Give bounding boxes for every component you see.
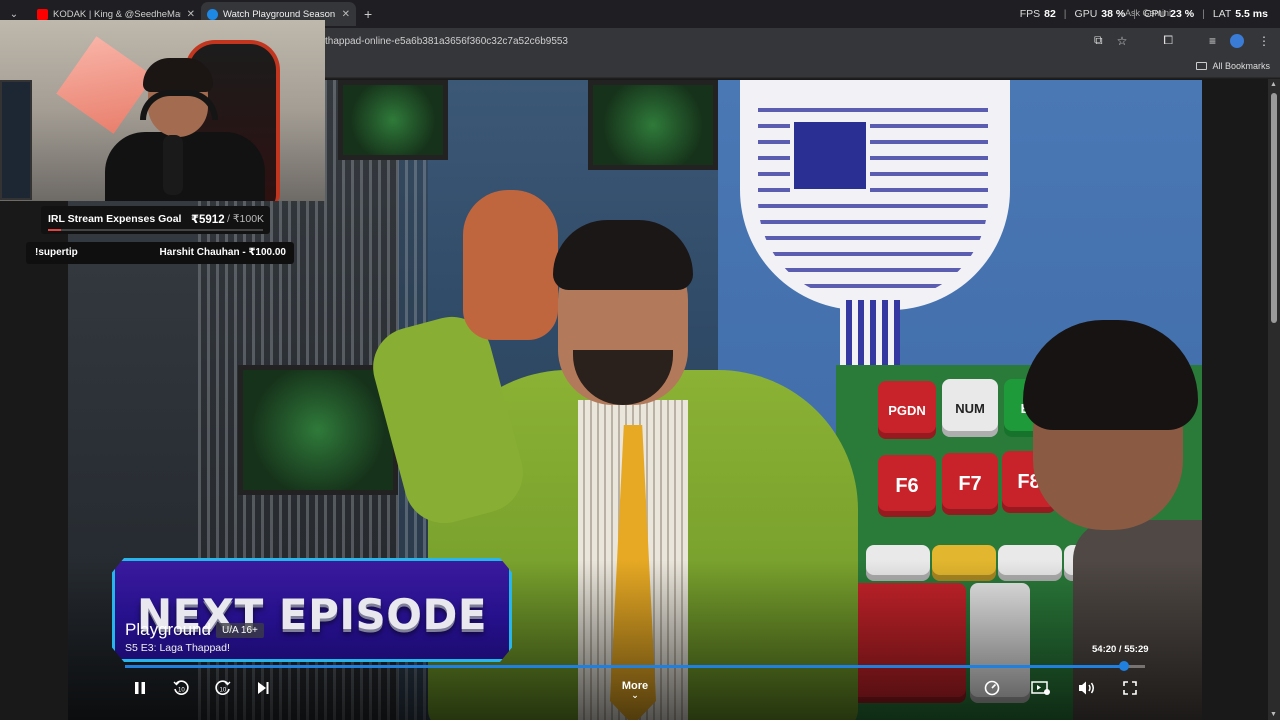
more-button[interactable]: More ⌄ <box>612 680 658 701</box>
raised-arm <box>364 307 532 533</box>
goal-progress-bar <box>48 229 263 231</box>
performance-overlay: FPS 82 | GPU 38 % | CPU 23 % | LAT 5.5 ms <box>1019 8 1268 20</box>
next-episode-icon <box>258 682 269 694</box>
forward-10-icon: 10 <box>215 680 231 695</box>
stream-goal-widget: IRL Stream Expenses Goal ₹5912 / ₹100K <box>41 206 270 234</box>
all-bookmarks-button[interactable]: All Bookmarks <box>1196 61 1270 71</box>
jiohotstar-icon <box>207 8 218 20</box>
desk-monitor <box>0 80 32 200</box>
goal-progress-fill <box>48 229 61 231</box>
screen: ⌄ KODAK | King & @SeedheMaut ✕ Watch Pla… <box>0 0 1280 720</box>
all-bookmarks-label: All Bookmarks <box>1212 61 1270 71</box>
lat-value: 5.5 ms <box>1235 8 1268 20</box>
goal-amount: ₹5912 <box>191 214 225 226</box>
webcam-overlay <box>0 20 325 201</box>
fps-value: 82 <box>1044 8 1056 20</box>
set-monitor <box>588 80 718 170</box>
menu-icon[interactable]: ⋮ <box>1258 34 1270 48</box>
gpu-value: 38 % <box>1101 8 1126 20</box>
youtube-icon <box>37 8 48 20</box>
episode-title: S5 E3: Laga Thappad! <box>125 642 230 654</box>
volume-icon <box>1079 681 1094 695</box>
next-episode-button[interactable] <box>253 676 273 700</box>
page-scrollbar[interactable]: ▲ ▼ <box>1268 79 1280 720</box>
gpu-label: GPU <box>1074 8 1098 20</box>
supertip-widget: !supertip Harshit Chauhan - ₹100.00 <box>26 242 294 264</box>
forward-10-button[interactable]: 10 <box>212 676 234 700</box>
playback-settings-button[interactable] <box>1030 676 1052 700</box>
speed-icon <box>984 680 1000 696</box>
show-title: Playground <box>125 620 212 639</box>
lat-label: LAT <box>1212 8 1232 20</box>
streamer-body <box>105 132 265 201</box>
bookmark-star-icon[interactable]: ☆ <box>1117 34 1128 48</box>
host-hair <box>553 220 693 290</box>
progress-bar[interactable] <box>125 661 1145 671</box>
scroll-down-arrow-icon[interactable]: ▼ <box>1270 711 1277 718</box>
chip-graphic <box>790 118 870 193</box>
scroll-up-arrow-icon[interactable]: ▲ <box>1270 81 1277 88</box>
tip-command: !supertip <box>35 247 78 258</box>
progress-fill <box>125 665 1124 668</box>
goal-target: / ₹100K <box>227 213 265 225</box>
progress-handle[interactable] <box>1118 661 1129 671</box>
svg-text:10: 10 <box>220 688 227 694</box>
folder-icon <box>1196 62 1208 70</box>
key-num: NUM <box>942 379 998 437</box>
tip-message: Harshit Chauhan - ₹100.00 <box>159 247 286 258</box>
cpu-label: CPU <box>1143 8 1167 20</box>
install-app-icon[interactable]: ⧉ <box>1094 33 1103 48</box>
url-field[interactable]: thappad-online-e5a6b381a3656f360c32c7a52… <box>325 36 568 47</box>
media-controls-icon[interactable]: ≡ <box>1209 34 1216 48</box>
tab-title: Watch Playground Season 5 <box>223 8 336 20</box>
cpu-value: 23 % <box>1170 8 1195 20</box>
goal-label: IRL Stream Expenses Goal <box>48 213 182 225</box>
volume-button[interactable] <box>1077 676 1097 700</box>
raised-hand <box>463 190 558 340</box>
microphone <box>163 135 183 195</box>
toolbar-icons: ⧉ ☆ ⧠ ≡ ⋮ <box>1094 33 1270 48</box>
scroll-thumb[interactable] <box>1271 93 1277 323</box>
pause-button[interactable] <box>130 676 150 700</box>
pause-icon <box>135 682 145 694</box>
contestant-hair <box>1023 320 1198 430</box>
extensions-icon[interactable]: ⧠ <box>1163 33 1173 48</box>
fps-label: FPS <box>1019 8 1041 20</box>
fullscreen-button[interactable] <box>1121 676 1139 700</box>
new-tab-button[interactable]: + <box>364 6 372 22</box>
chevron-down-icon: ⌄ <box>631 690 639 700</box>
tab-title: KODAK | King & @SeedheMaut <box>53 8 181 20</box>
profile-icon[interactable] <box>1230 33 1244 48</box>
close-tab-icon[interactable]: ✕ <box>187 9 195 20</box>
set-monitor <box>238 365 398 495</box>
key-f7: F7 <box>942 453 998 515</box>
svg-text:10: 10 <box>178 688 185 694</box>
close-tab-icon[interactable]: ✕ <box>342 9 350 20</box>
time-display: 54:20 / 55:29 <box>1092 644 1149 655</box>
age-rating-badge: U/A 16+ <box>216 623 264 638</box>
speed-button[interactable] <box>982 676 1002 700</box>
rewind-10-icon: 10 <box>173 680 189 695</box>
fullscreen-icon <box>1123 681 1137 695</box>
streamer-hair <box>143 58 213 92</box>
set-monitor <box>338 80 448 160</box>
rewind-10-button[interactable]: 10 <box>170 676 192 700</box>
playback-settings-icon <box>1031 681 1050 695</box>
